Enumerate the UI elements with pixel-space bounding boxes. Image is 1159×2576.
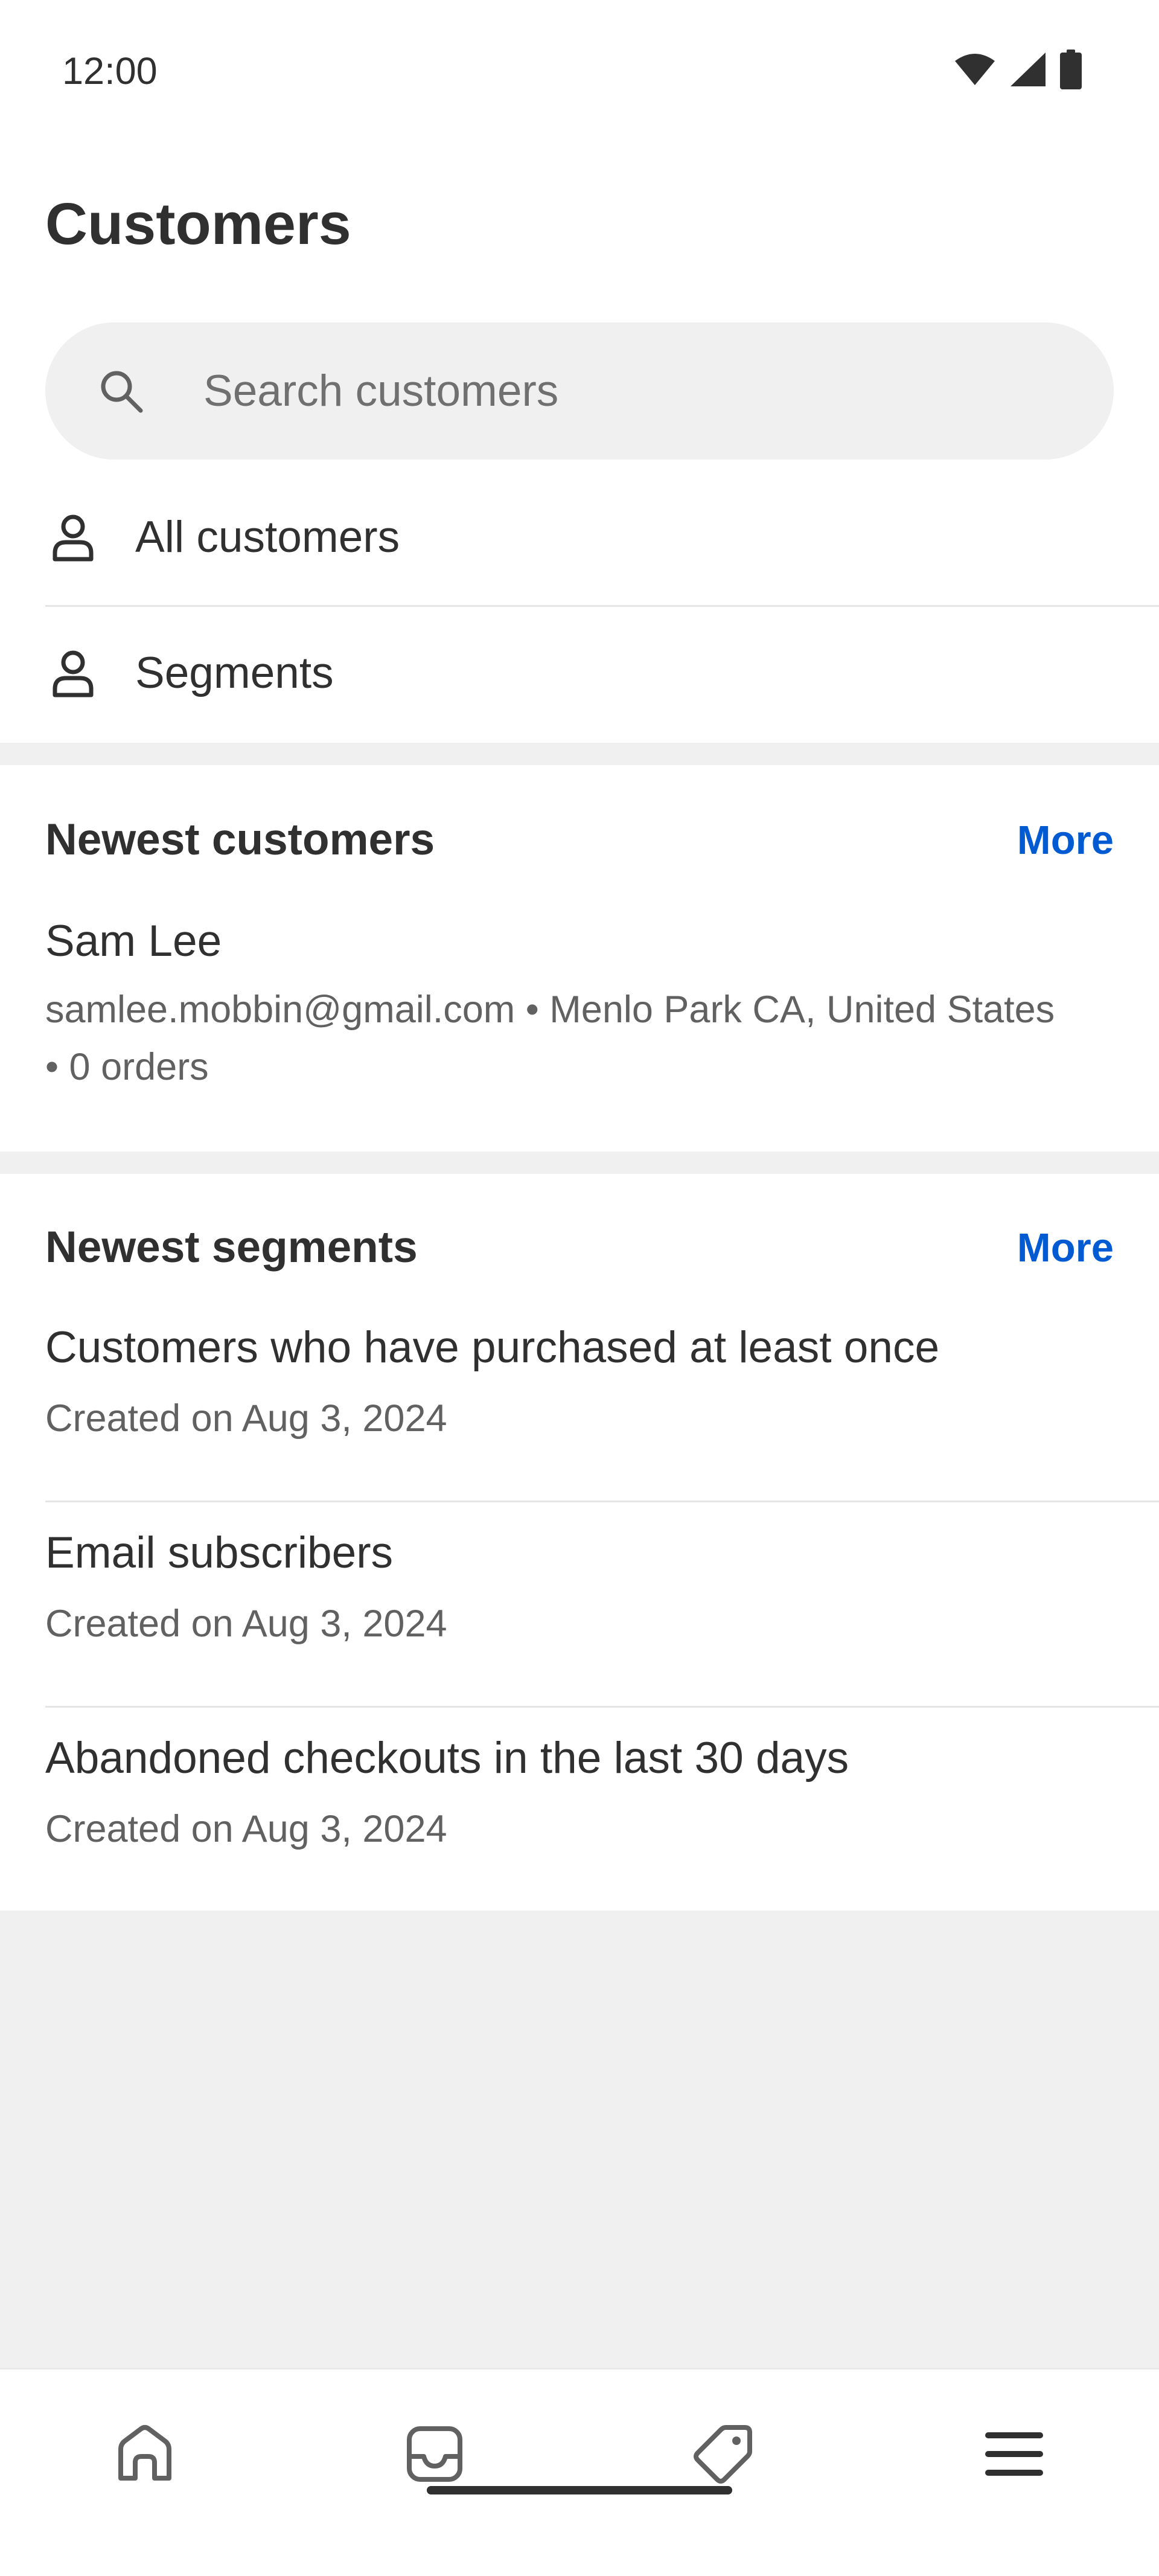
person-icon — [53, 514, 94, 562]
all-customers-row[interactable]: All customers — [0, 471, 1159, 607]
tab-products[interactable] — [687, 2418, 759, 2490]
status-bar: 12:00 — [0, 0, 1159, 143]
newest-customers-title: Newest customers — [45, 815, 435, 864]
segment-name: Email subscribers — [45, 1528, 394, 1577]
newest-customers-section: Newest customers More Sam Lee samlee.mob… — [0, 765, 1159, 1152]
section-separator — [0, 1152, 1159, 1174]
tab-menu[interactable] — [978, 2418, 1050, 2490]
newest-segments-title: Newest segments — [45, 1223, 418, 1272]
tag-icon — [694, 2425, 752, 2484]
battery-icon — [1060, 50, 1082, 89]
segment-list-item[interactable]: Customers who have purchased at least on… — [0, 1297, 1159, 1502]
segment-name: Customers who have purchased at least on… — [45, 1323, 940, 1372]
home-indicator[interactable] — [427, 2486, 732, 2494]
segment-list-item[interactable]: Abandoned checkouts in the last 30 days … — [0, 1708, 1159, 1913]
bottom-navigation — [0, 2368, 1159, 2576]
newest-segments-more-link[interactable]: More — [1017, 1225, 1114, 1271]
customer-name: Sam Lee — [45, 917, 222, 966]
signal-icon — [1011, 53, 1046, 86]
page-title: Customers — [45, 191, 351, 257]
newest-segments-section: Newest segments More Customers who have … — [0, 1174, 1159, 1911]
person-icon — [53, 650, 94, 697]
status-icons — [954, 48, 1082, 91]
segments-row[interactable]: Segments — [0, 607, 1159, 743]
menu-icon — [985, 2432, 1043, 2476]
all-customers-label: All customers — [135, 513, 400, 562]
search-input[interactable] — [203, 353, 1049, 429]
tab-home[interactable] — [109, 2418, 181, 2490]
segment-list-item[interactable]: Email subscribers Created on Aug 3, 2024 — [0, 1502, 1159, 1708]
segment-created-date: Created on Aug 3, 2024 — [45, 1397, 447, 1440]
tab-inbox[interactable] — [398, 2418, 471, 2490]
newest-customers-more-link[interactable]: More — [1017, 817, 1114, 863]
customer-details: samlee.mobbin@gmail.com • Menlo Park CA,… — [45, 988, 1055, 1088]
customers-screen: 12:00 Customers All customers — [0, 0, 1159, 2576]
segment-created-date: Created on Aug 3, 2024 — [45, 1603, 447, 1645]
wifi-icon — [955, 54, 995, 85]
home-icon — [118, 2425, 171, 2481]
search-bar[interactable] — [45, 322, 1114, 460]
section-separator — [0, 743, 1159, 765]
status-time: 12:00 — [62, 50, 158, 92]
inbox-icon — [407, 2426, 462, 2482]
empty-background — [0, 1911, 1159, 2368]
segments-label: Segments — [135, 649, 334, 697]
customer-list-item[interactable]: Sam Lee samlee.mobbin@gmail.com • Menlo … — [0, 910, 1159, 1152]
search-icon — [101, 371, 143, 413]
segment-created-date: Created on Aug 3, 2024 — [45, 1808, 447, 1850]
segment-name: Abandoned checkouts in the last 30 days — [45, 1734, 849, 1783]
